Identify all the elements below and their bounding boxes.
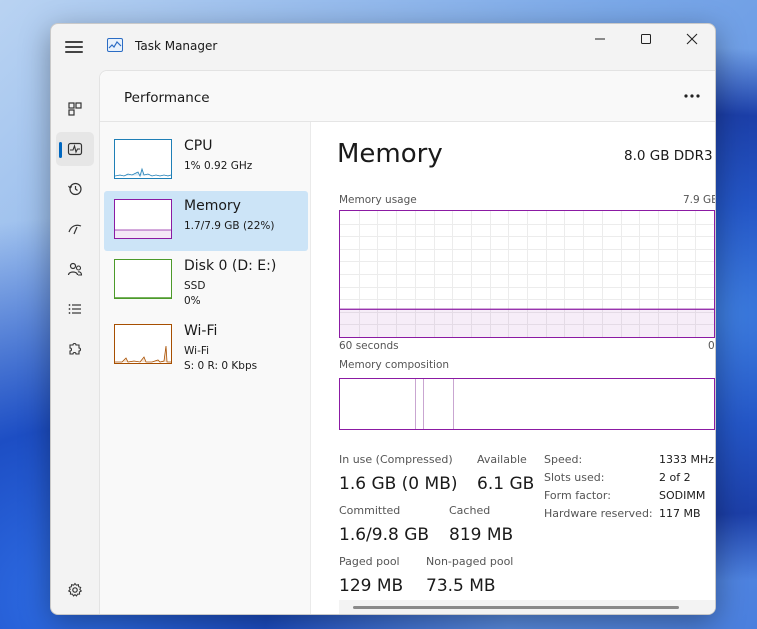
device-memory[interactable]: Memory 1.7/7.9 GB (22%): [104, 191, 308, 251]
nav-settings[interactable]: [56, 573, 94, 607]
page-title: Performance: [124, 90, 210, 106]
memory-detail-panel: Memory 8.0 GB DDR3 Memory usage 7.9 GB 6…: [311, 122, 716, 614]
device-cpu-name: CPU: [184, 138, 213, 154]
maximize-button[interactable]: [623, 24, 669, 54]
memory-usage-area: [340, 309, 714, 337]
services-puzzle-icon: [69, 342, 82, 355]
in-use-value: 1.6 GB (0 MB): [339, 474, 458, 494]
paged-pool-value: 129 MB: [339, 576, 404, 596]
paged-pool-label: Paged pool: [339, 555, 400, 568]
device-cpu[interactable]: CPU 1% 0.92 GHz: [104, 131, 308, 191]
speed-value: 1333 MHz: [659, 453, 715, 466]
committed-label: Committed: [339, 504, 401, 517]
memory-usage-graph-svg: [340, 211, 714, 337]
device-wifi[interactable]: Wi-Fi Wi-Fi S: 0 R: 0 Kbps: [104, 316, 308, 376]
slots-used-label: Slots used:: [544, 471, 605, 484]
memory-composition-bar: [339, 378, 715, 430]
device-disk-usage: 0%: [184, 295, 201, 307]
memory-composition-svg: [415, 379, 454, 429]
maximize-icon: [641, 34, 651, 44]
minimize-icon: [595, 38, 605, 40]
device-memory-usage: 1.7/7.9 GB (22%): [184, 220, 275, 232]
device-cpu-usage: 1% 0.92 GHz: [184, 160, 253, 172]
memory-title: Memory: [337, 139, 443, 169]
device-wifi-throughput: S: 0 R: 0 Kbps: [184, 360, 258, 372]
nav-startup-apps[interactable]: [56, 212, 94, 246]
processes-grid-icon: [68, 102, 82, 116]
title-bar[interactable]: Task Manager: [51, 24, 715, 70]
more-options-button[interactable]: [678, 85, 706, 107]
task-manager-window: Task Manager Performance CPU 1% 0.92 GHz…: [50, 23, 716, 615]
users-icon: [67, 262, 83, 276]
hamburger-menu-icon[interactable]: [65, 38, 83, 54]
disk-thumbnail-graph: [114, 259, 172, 299]
nav-users[interactable]: [56, 252, 94, 286]
available-label: Available: [477, 453, 527, 466]
memory-spec: 8.0 GB DDR3: [624, 148, 713, 164]
time-axis-right-label: 0: [708, 340, 715, 352]
performance-pulse-icon: [67, 142, 83, 156]
device-wifi-type: Wi-Fi: [184, 345, 210, 357]
speed-label: Speed:: [544, 453, 583, 466]
slots-used-value: 2 of 2: [659, 471, 691, 484]
device-disk-name: Disk 0 (D: E:): [184, 258, 277, 274]
details-list-icon: [68, 304, 81, 314]
device-list: CPU 1% 0.92 GHz Memory 1.7/7.9 GB (22%) …: [100, 122, 311, 614]
navigation-rail: [51, 70, 99, 614]
close-button[interactable]: [669, 24, 715, 54]
device-disk-type: SSD: [184, 280, 206, 292]
committed-value: 1.6/9.8 GB: [339, 525, 430, 545]
page-header: Performance: [100, 71, 715, 122]
form-factor-label: Form factor:: [544, 489, 611, 502]
task-manager-app-icon: [107, 38, 123, 52]
active-nav-indicator: [59, 142, 62, 158]
available-value: 6.1 GB: [477, 474, 535, 494]
memory-thumbnail-graph: [114, 199, 172, 239]
in-use-label: In use (Compressed): [339, 453, 453, 466]
non-paged-pool-label: Non-paged pool: [426, 555, 514, 568]
gear-icon: [67, 582, 83, 597]
hardware-reserved-label: Hardware reserved:: [544, 507, 653, 520]
cpu-thumbnail-graph: [114, 139, 172, 179]
window-title: Task Manager: [135, 39, 218, 53]
startup-gauge-icon: [68, 224, 82, 235]
minimize-button[interactable]: [577, 24, 623, 54]
nav-processes[interactable]: [56, 92, 94, 126]
wifi-thumbnail-graph: [114, 324, 172, 364]
form-factor-value: SODIMM: [659, 489, 706, 502]
nav-performance[interactable]: [56, 132, 94, 166]
memory-usage-label: Memory usage: [339, 194, 417, 206]
memory-usage-graph: [339, 210, 715, 338]
memory-composition-label: Memory composition: [339, 359, 450, 371]
cached-label: Cached: [449, 504, 491, 517]
device-wifi-name: Wi-Fi: [184, 323, 218, 339]
device-disk[interactable]: Disk 0 (D: E:) SSD 0%: [104, 251, 308, 311]
cached-value: 819 MB: [449, 525, 514, 545]
content-area: Performance CPU 1% 0.92 GHz Memory 1.7/7…: [99, 70, 716, 614]
close-icon: [686, 33, 698, 45]
history-clock-icon: [68, 182, 82, 196]
hardware-reserved-value: 117 MB: [659, 507, 701, 520]
device-memory-name: Memory: [184, 198, 241, 214]
time-axis-left-label: 60 seconds: [339, 340, 399, 352]
non-paged-pool-value: 73.5 MB: [426, 576, 496, 596]
nav-services[interactable]: [56, 332, 94, 366]
nav-app-history[interactable]: [56, 172, 94, 206]
nav-details[interactable]: [56, 292, 94, 326]
horizontal-scrollbar-thumb[interactable]: [353, 606, 679, 609]
more-dots-icon: [684, 94, 700, 98]
memory-usage-max: 7.9 GB: [683, 194, 716, 206]
